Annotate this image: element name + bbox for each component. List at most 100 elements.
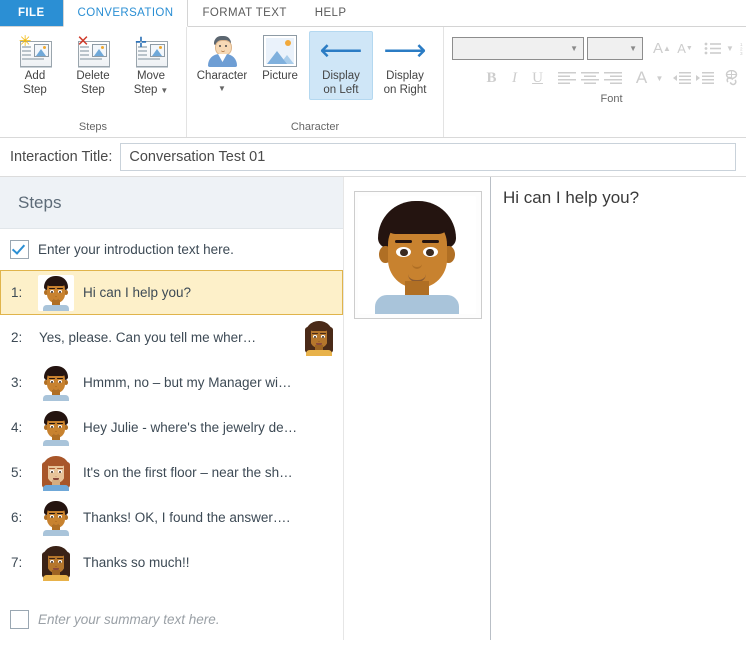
step-avatar-3 (37, 364, 75, 401)
grow-font-icon[interactable]: A ▲ (652, 37, 672, 59)
bullets-caret-icon[interactable]: ▼ (725, 38, 735, 60)
introduction-checkbox[interactable] (10, 240, 29, 259)
numbering-icon[interactable]: 1 2 3 (738, 37, 746, 59)
font-size-chevron-down-icon[interactable]: ▼ (629, 44, 637, 53)
step-text-3: Hmmm, no – but my Manager wi… (83, 375, 292, 390)
display-on-left-button[interactable]: ⟵ Display on Left (309, 31, 373, 100)
steps-panel: Steps Enter your introduction text here.… (0, 177, 344, 640)
add-step-icon: ✳ (18, 34, 52, 67)
steps-panel-header: Steps (0, 177, 343, 229)
summary-checkbox[interactable] (10, 610, 29, 629)
step-number-4: 4: (11, 420, 23, 435)
step-number-3: 3: (11, 375, 23, 390)
step-row-7[interactable]: 7: Thanks so much!! (0, 540, 343, 585)
arrow-left-icon: ⟵ (319, 34, 363, 67)
avatar-male-dark-hair (358, 196, 476, 314)
step-avatar-1 (37, 274, 75, 311)
delete-step-label-1: Delete (76, 70, 110, 82)
bullets-icon[interactable] (702, 37, 722, 59)
introduction-row[interactable]: Enter your introduction text here. (0, 229, 343, 270)
step-avatar-7 (37, 544, 75, 581)
increase-indent-icon[interactable] (695, 67, 715, 89)
tab-file[interactable]: FILE (0, 0, 63, 26)
hyperlink-icon[interactable] (722, 67, 742, 89)
character-icon (204, 35, 240, 67)
step-avatar-6 (37, 499, 75, 536)
tab-help-label: HELP (314, 7, 347, 19)
font-name-chevron-down-icon[interactable]: ▼ (570, 44, 578, 53)
step-row-4[interactable]: 4: Hey Julie - where's the jewelry de… (0, 405, 343, 450)
add-step-label-1: Add (24, 70, 46, 82)
step-number-1: 1: (11, 285, 23, 300)
character-button[interactable]: Character ▼ (193, 31, 251, 96)
character-preview-image[interactable] (354, 191, 482, 319)
font-color-icon[interactable]: A (632, 67, 652, 89)
add-step-button[interactable]: ✳ Add Step (6, 31, 64, 100)
align-center-icon[interactable] (580, 67, 600, 89)
application-window: FILE CONVERSATION FORMAT TEXT HELP ✳ Add… (0, 0, 746, 648)
step-text-7: Thanks so much!! (83, 555, 190, 570)
step-row-2[interactable]: 2: Yes, please. Can you tell me wher… (0, 315, 343, 360)
ribbon-group-font: ▼ ▼ A ▲ A ▼ ▼ 1 2 3 B I U A ▼ Font (443, 27, 746, 137)
font-color-caret-icon[interactable]: ▼ (655, 68, 665, 90)
bold-icon[interactable]: B (482, 67, 502, 89)
summary-row[interactable]: Enter your summary text here. (0, 599, 343, 640)
step-row-6[interactable]: 6: Thanks! OK, I found the answer…. (0, 495, 343, 540)
font-toolbar-row-1: ▼ ▼ A ▲ A ▼ ▼ 1 2 3 (444, 33, 746, 63)
ribbon-group-font-label: Font (600, 93, 623, 105)
font-size-combo[interactable]: ▼ (587, 36, 643, 60)
character-preview-panel (344, 177, 491, 640)
avatar-female-red-hair (38, 454, 74, 491)
tab-conversation[interactable]: CONVERSATION (62, 0, 189, 27)
step-row-5[interactable]: 5: It's on the first floor – near the sh… (0, 450, 343, 495)
step-avatar-5 (37, 454, 75, 491)
ribbon-group-steps-label: Steps (78, 121, 108, 133)
step-text-editor-value: Hi can I help you? (503, 188, 640, 207)
delete-step-icon: ✕ (76, 34, 110, 67)
tab-file-label: FILE (18, 7, 45, 19)
picture-button[interactable]: Picture (251, 31, 309, 87)
align-left-icon[interactable] (557, 67, 577, 89)
ribbon: ✳ Add Step ✕ Delete Step ✛ Move Step ▼ S… (0, 27, 746, 138)
move-step-icon: ✛ (134, 35, 168, 67)
step-text-4: Hey Julie - where's the jewelry de… (83, 420, 298, 435)
step-number-5: 5: (11, 465, 23, 480)
step-row-3[interactable]: 3: Hmmm, no – but my Manager wi… (0, 360, 343, 405)
shrink-font-icon[interactable]: A ▼ (675, 37, 695, 59)
font-toolbar-row-2: B I U A ▼ (474, 63, 746, 93)
arrow-right-icon: ⟶ (383, 34, 427, 67)
delete-step-button[interactable]: ✕ Delete Step (64, 31, 122, 100)
italic-icon[interactable]: I (505, 67, 525, 89)
move-step-chevron-down-icon[interactable]: ▼ (160, 86, 168, 95)
step-number-7: 7: (11, 555, 23, 570)
tab-format-text-label: FORMAT TEXT (202, 7, 287, 19)
picture-icon (263, 35, 297, 67)
align-right-icon[interactable] (603, 67, 623, 89)
tab-format-text[interactable]: FORMAT TEXT (188, 0, 300, 26)
ribbon-group-steps: ✳ Add Step ✕ Delete Step ✛ Move Step ▼ S… (0, 27, 186, 137)
interaction-title-input[interactable]: Conversation Test 01 (120, 143, 736, 171)
step-number-2: 2: (11, 330, 23, 345)
step-avatar-4 (37, 409, 75, 446)
step-number-6: 6: (11, 510, 23, 525)
display-on-left-label-2: on Left (323, 83, 359, 96)
picture-label: Picture (262, 70, 298, 82)
display-on-right-label-2: on Right (383, 83, 427, 96)
step-text-editor[interactable]: Hi can I help you? (491, 177, 746, 640)
tab-help[interactable]: HELP (301, 0, 361, 26)
display-on-right-button[interactable]: ⟶ Display on Right (373, 31, 437, 100)
character-chevron-down-icon[interactable]: ▼ (218, 84, 226, 93)
font-name-combo[interactable]: ▼ (452, 36, 584, 60)
underline-icon[interactable]: U (528, 67, 548, 89)
decrease-indent-icon[interactable] (672, 67, 692, 89)
ribbon-group-character: Character ▼ Picture ⟵ Display on Left ⟶ … (186, 27, 443, 137)
move-step-label-2: Step (133, 83, 158, 96)
avatar-male-dark-hair (38, 409, 74, 446)
ribbon-tab-bar: FILE CONVERSATION FORMAT TEXT HELP (0, 0, 746, 27)
tab-conversation-label: CONVERSATION (77, 7, 174, 19)
avatar-female-long-brown-hair (301, 319, 337, 356)
step-text-1: Hi can I help you? (83, 285, 192, 300)
step-row-1[interactable]: 1: Hi can I help you? (0, 270, 343, 315)
move-step-button[interactable]: ✛ Move Step ▼ (122, 31, 180, 100)
move-step-label-1: Move (136, 70, 166, 82)
